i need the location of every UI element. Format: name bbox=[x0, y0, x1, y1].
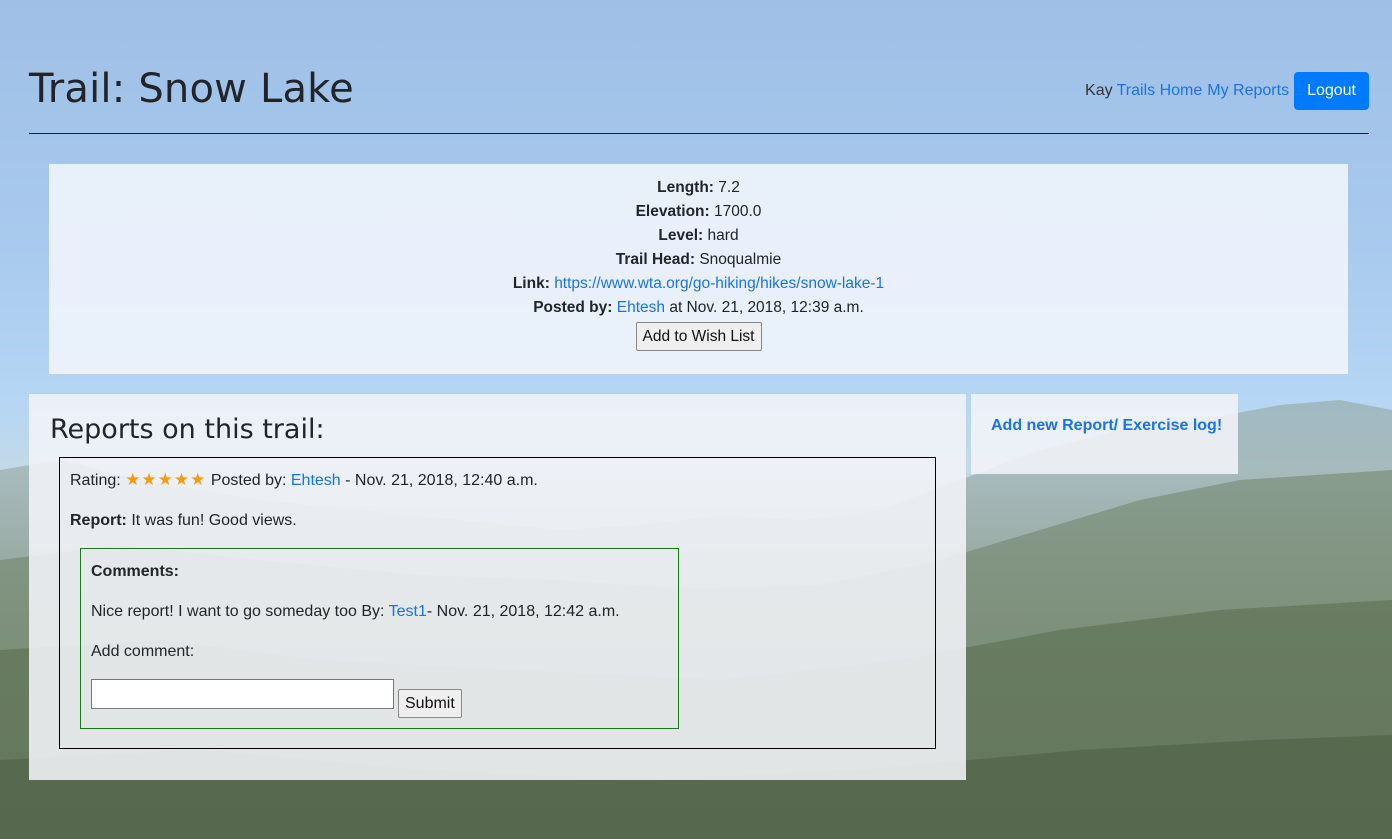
rating-label: Rating: bbox=[70, 472, 121, 489]
trail-elevation-label: Elevation: bbox=[635, 203, 710, 220]
submit-comment-button[interactable]: Submit bbox=[398, 689, 462, 718]
current-user-name: Kay bbox=[1085, 82, 1113, 99]
reports-heading: Reports on this trail: bbox=[50, 414, 325, 445]
comment-text: Nice report! I want to go someday too By… bbox=[91, 603, 385, 620]
report-meta: Rating: ★★★★★ Posted by: Ehtesh - Nov. 2… bbox=[70, 470, 538, 490]
report-posted-time: - Nov. 21, 2018, 12:40 a.m. bbox=[345, 472, 538, 489]
nav-link-my-reports[interactable]: My Reports bbox=[1207, 82, 1289, 100]
reports-panel: Reports on this trail: Rating: ★★★★★ Pos… bbox=[29, 394, 966, 780]
trail-head-value: Snoqualmie bbox=[699, 251, 782, 268]
report-label: Report: bbox=[70, 512, 127, 529]
trail-head-row: Trail Head: Snoqualmie bbox=[49, 248, 1348, 272]
comment-input[interactable] bbox=[91, 679, 394, 709]
add-to-wish-list-button[interactable]: Add to Wish List bbox=[635, 322, 762, 351]
trail-level-label: Level: bbox=[658, 227, 704, 244]
report-posted-label: Posted by: bbox=[210, 472, 287, 489]
trail-details-panel: Length: 7.2 Elevation: 1700.0 Level: har… bbox=[49, 164, 1348, 374]
trail-link-row: Link: https://www.wta.org/go-hiking/hike… bbox=[49, 272, 1348, 296]
trail-level-row: Level: hard bbox=[49, 224, 1348, 248]
trail-length-value: 7.2 bbox=[718, 179, 740, 196]
report-author-link[interactable]: Ehtesh bbox=[291, 472, 341, 489]
trail-posted-label: Posted by: bbox=[533, 299, 613, 316]
comment-time: - Nov. 21, 2018, 12:42 a.m. bbox=[426, 603, 620, 620]
comments-section: Comments: Nice report! I want to go some… bbox=[80, 548, 679, 729]
trail-elevation-value: 1700.0 bbox=[713, 203, 762, 220]
report-body: Report: It was fun! Good views. bbox=[70, 512, 297, 530]
trail-posted-time: at Nov. 21, 2018, 12:39 a.m. bbox=[669, 299, 864, 316]
trail-length-label: Length: bbox=[657, 179, 714, 196]
add-comment-label: Add comment: bbox=[91, 643, 195, 660]
report-text: It was fun! Good views. bbox=[131, 512, 297, 529]
trail-level-value: hard bbox=[707, 227, 739, 244]
top-nav: Kay Trails Home My Reports Logout bbox=[1085, 72, 1369, 110]
comments-heading: Comments: bbox=[91, 563, 180, 580]
logout-button[interactable]: Logout bbox=[1294, 72, 1369, 110]
comment-item: Nice report! I want to go someday too By… bbox=[91, 603, 620, 621]
page-title: Trail: Snow Lake bbox=[29, 66, 354, 112]
trail-posted-user-link[interactable]: Ehtesh bbox=[617, 299, 665, 316]
trail-posted-row: Posted by: Ehtesh at Nov. 21, 2018, 12:3… bbox=[49, 296, 1348, 320]
page-header: Trail: Snow Lake Kay Trails Home My Repo… bbox=[29, 0, 1369, 134]
sidebar-panel: Add new Report/ Exercise log! bbox=[971, 394, 1238, 474]
comment-author-link[interactable]: Test1 bbox=[389, 603, 427, 620]
trail-link[interactable]: https://www.wta.org/go-hiking/hikes/snow… bbox=[554, 275, 884, 292]
star-rating-icon: ★★★★★ bbox=[125, 470, 207, 489]
trail-elevation-row: Elevation: 1700.0 bbox=[49, 200, 1348, 224]
nav-link-trails-home[interactable]: Trails Home bbox=[1117, 82, 1203, 100]
trail-link-label: Link: bbox=[512, 275, 550, 292]
add-report-link[interactable]: Add new Report/ Exercise log! bbox=[991, 417, 1222, 435]
trail-length-row: Length: 7.2 bbox=[49, 176, 1348, 200]
report-card: Rating: ★★★★★ Posted by: Ehtesh - Nov. 2… bbox=[59, 457, 936, 749]
trail-head-label: Trail Head: bbox=[615, 251, 696, 268]
